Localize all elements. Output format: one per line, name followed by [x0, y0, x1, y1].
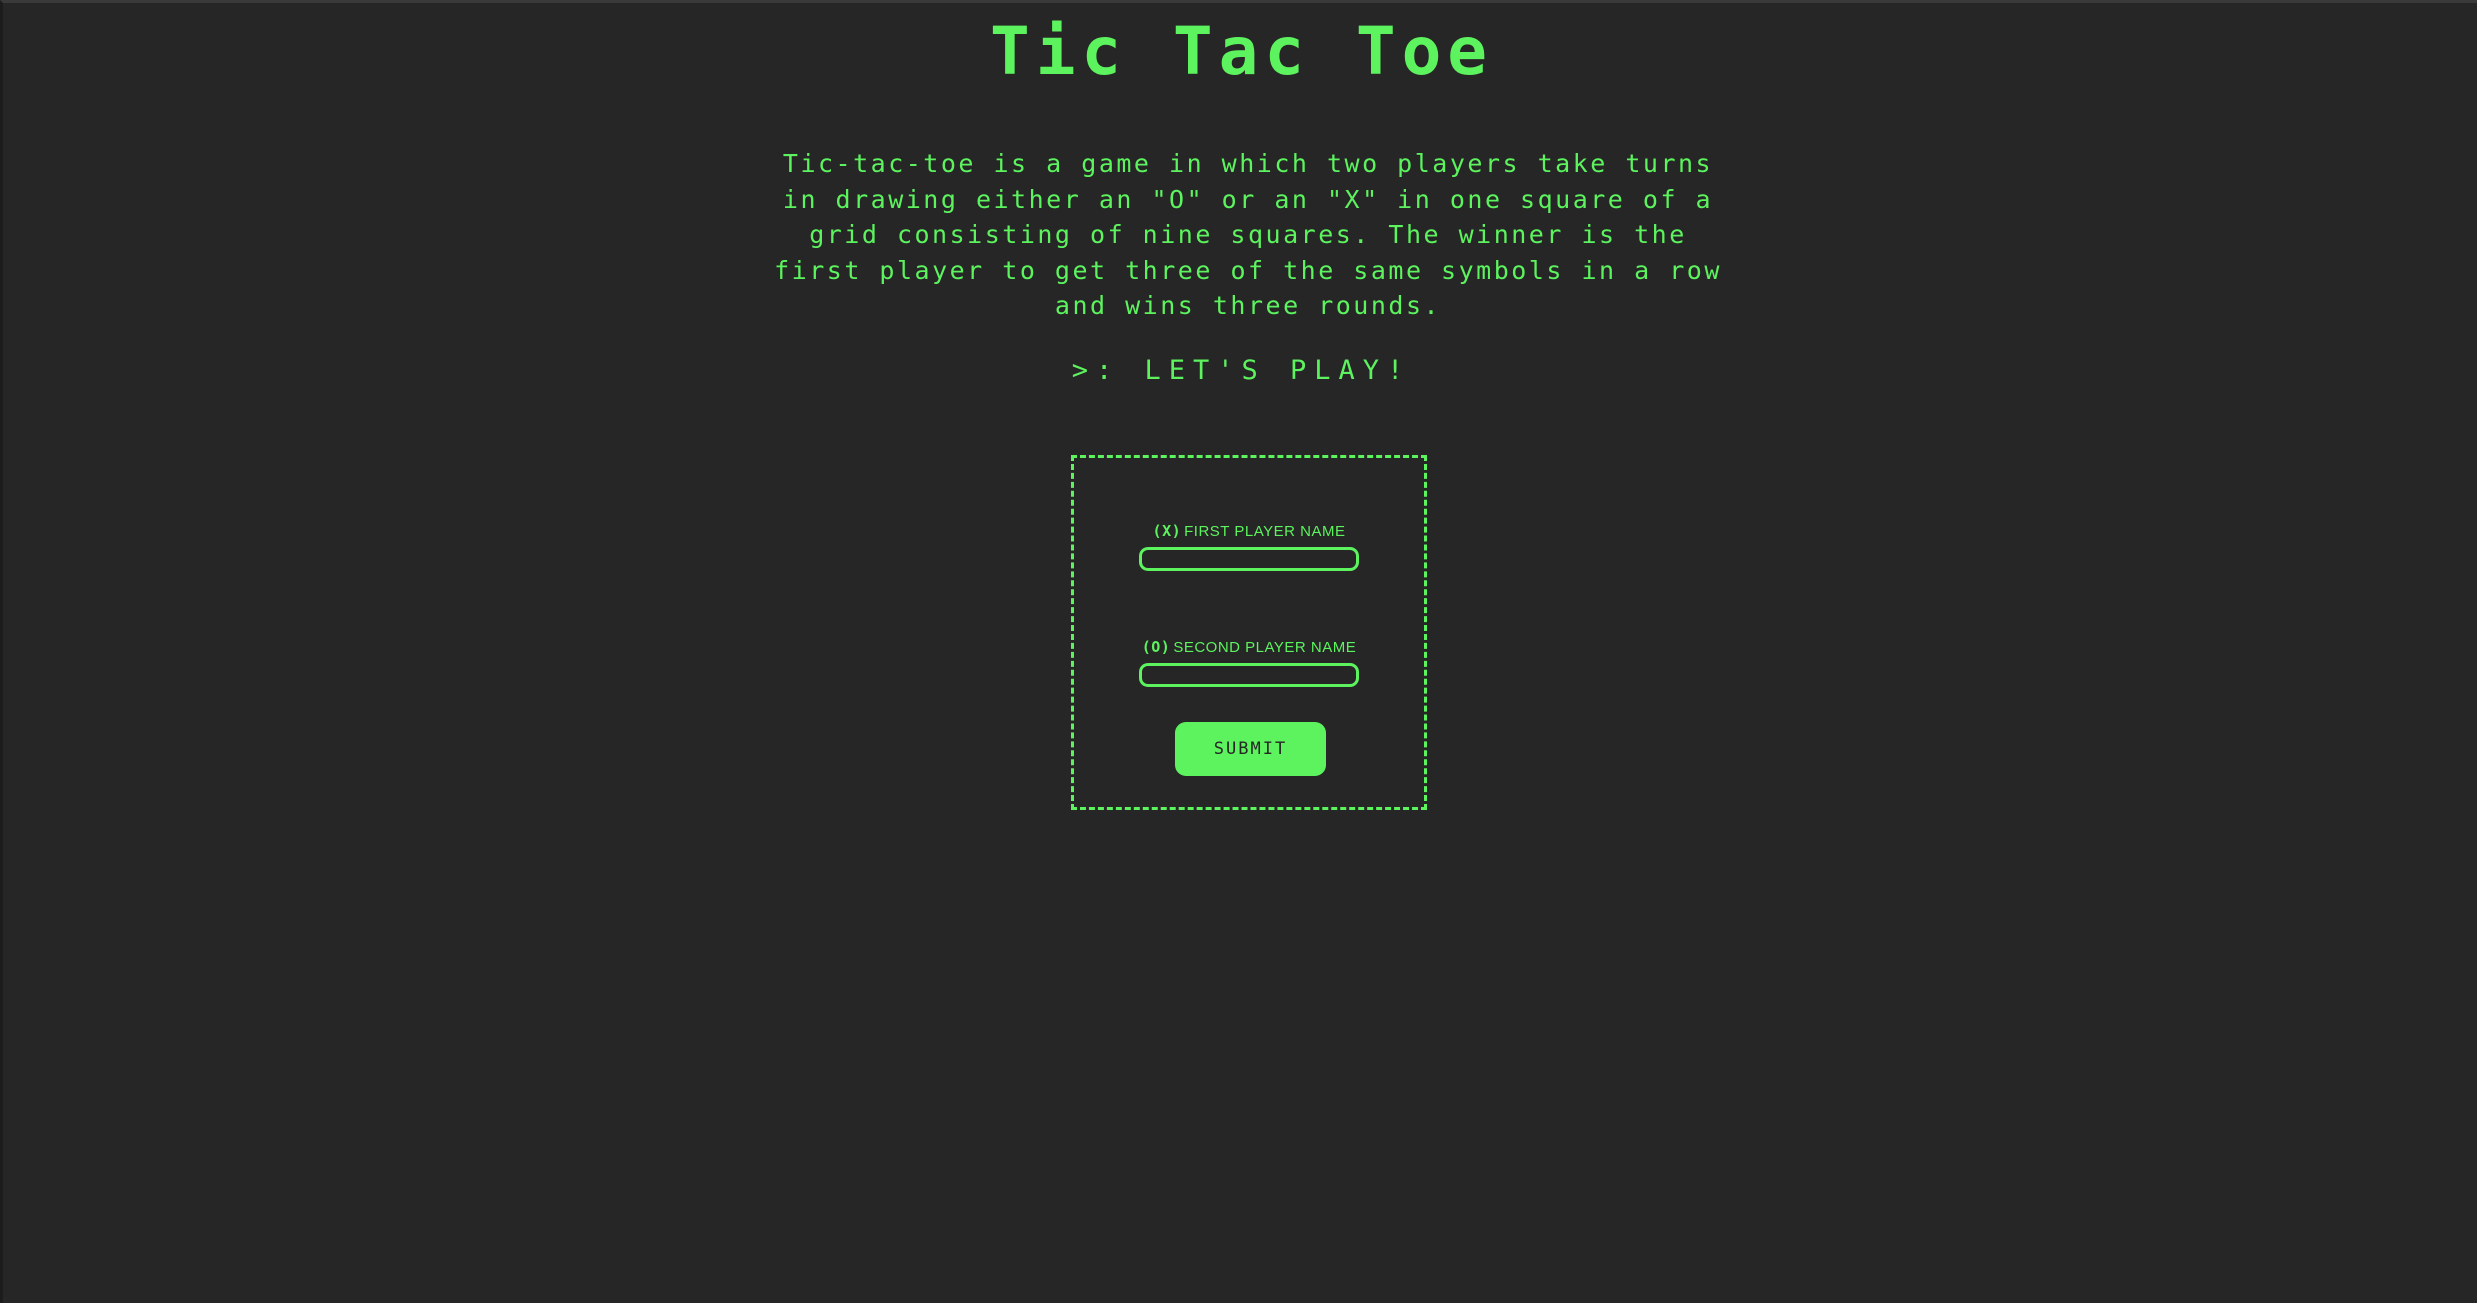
lets-play-prompt: >: LET'S PLAY!: [1071, 355, 1412, 386]
player-name-form: (X) FIRST PLAYER NAME (O) SECOND PLAYER NA…: [1071, 455, 1427, 810]
o-symbol-label: (O): [1141, 638, 1171, 656]
x-symbol-label: (X): [1152, 522, 1182, 540]
first-player-label: (X) FIRST PLAYER NAME: [1074, 522, 1424, 540]
page-title: Tic Tac Toe: [989, 13, 1494, 90]
second-player-label: (O) SECOND PLAYER NAME: [1074, 638, 1424, 656]
second-player-label-text: SECOND PLAYER NAME: [1173, 639, 1357, 656]
first-player-label-text: FIRST PLAYER NAME: [1184, 523, 1346, 540]
page: Tic Tac Toe Tic-tac-toe is a game in whi…: [3, 3, 2477, 1303]
submit-button[interactable]: SUBMIT: [1175, 722, 1326, 776]
second-player-name-input[interactable]: [1139, 663, 1359, 687]
first-player-name-input[interactable]: [1139, 547, 1359, 571]
game-description: Tic-tac-toe is a game in which two playe…: [774, 149, 1722, 320]
